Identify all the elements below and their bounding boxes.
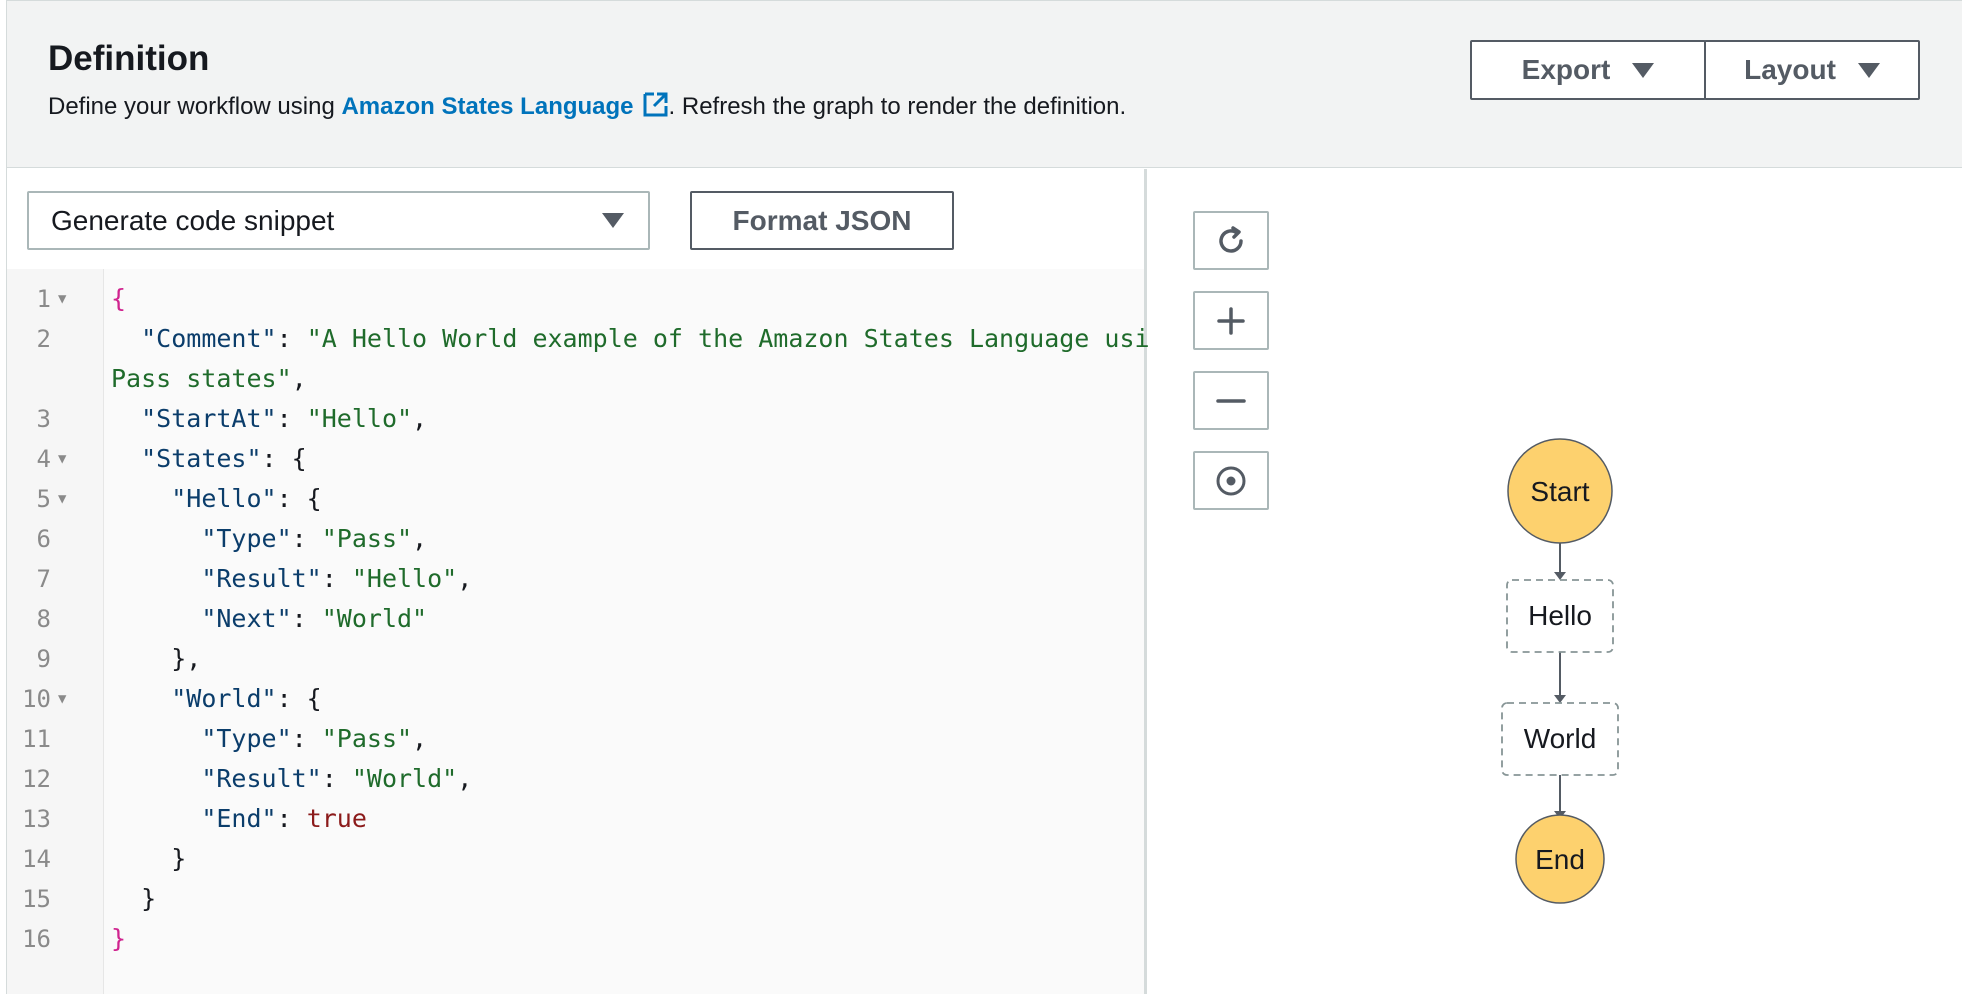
code-line[interactable]: 12 "Result": "World", — [7, 759, 1144, 799]
line-number: 7 — [36, 565, 51, 593]
caret-down-icon — [1632, 62, 1655, 78]
line-number: 15 — [22, 885, 51, 913]
code-line[interactable]: 10 ▼ "World": { — [7, 679, 1144, 719]
graph-node-end[interactable]: End — [1515, 814, 1605, 904]
fold-arrow-icon[interactable]: ▼ — [58, 279, 66, 319]
caret-down-icon — [1857, 62, 1880, 78]
graph-node-hello[interactable]: Hello — [1506, 579, 1614, 653]
line-number: 12 — [22, 765, 51, 793]
code-line[interactable]: 8 "Next": "World" — [7, 599, 1144, 639]
layout-button[interactable]: Layout — [1704, 40, 1920, 100]
export-button[interactable]: Export — [1470, 40, 1706, 100]
line-number: 1 — [36, 285, 51, 313]
graph-pane: Start Hello World End — [1150, 169, 1962, 994]
subtitle-prefix: Define your workflow using — [48, 93, 342, 120]
node-label-world: World — [1524, 723, 1597, 754]
layout-label: Layout — [1744, 54, 1836, 85]
subtitle-suffix: . Refresh the graph to render the defini… — [668, 93, 1127, 120]
code-line[interactable]: 15 } — [7, 879, 1144, 919]
node-label-hello: Hello — [1528, 600, 1592, 631]
arrow-head-icon — [1554, 572, 1566, 580]
node-label-start: Start — [1530, 476, 1589, 507]
code-line[interactable]: 16} — [7, 919, 1144, 959]
code-line[interactable]: 14 } — [7, 839, 1144, 879]
external-link-icon[interactable] — [642, 91, 669, 118]
node-label-end: End — [1535, 844, 1585, 875]
line-number: 14 — [22, 845, 51, 873]
arrow-head-icon — [1554, 695, 1566, 703]
code-line[interactable]: 11 "Type": "Pass", — [7, 719, 1144, 759]
code-line[interactable]: 6 "Type": "Pass", — [7, 519, 1144, 559]
code-line[interactable]: 2 "Comment": "A Hello World example of t… — [7, 319, 1180, 359]
line-number: 2 — [36, 325, 51, 353]
line-number: 9 — [36, 645, 51, 673]
code-line[interactable]: 1 ▼{ — [7, 279, 1144, 319]
workflow-graph: Start Hello World End — [1501, 438, 1619, 904]
format-json-button[interactable]: Format JSON — [690, 191, 954, 250]
snippet-select-value: Generate code snippet — [51, 204, 335, 236]
amazon-states-language-link[interactable]: Amazon States Language — [341, 93, 633, 120]
line-number: 6 — [36, 525, 51, 553]
code-line[interactable]: 3 "StartAt": "Hello", — [7, 399, 1144, 439]
panel-subtitle: Define your workflow using Amazon States… — [48, 91, 1126, 121]
graph-node-start[interactable]: Start — [1507, 438, 1613, 544]
line-number: 8 — [36, 605, 51, 633]
line-number: 5 — [36, 485, 51, 513]
code-lines[interactable]: 1 ▼{ 2 "Comment": "A Hello World example … — [7, 279, 1180, 959]
code-line[interactable]: 7 "Result": "Hello", — [7, 559, 1144, 599]
code-line[interactable]: 4 ▼ "States": { — [7, 439, 1144, 479]
code-line[interactable]: 5 ▼ "Hello": { — [7, 479, 1144, 519]
export-label: Export — [1521, 54, 1611, 85]
line-number: 13 — [22, 805, 51, 833]
code-editor-pane: Generate code snippet Format JSON 1 ▼{ 2 … — [7, 169, 1180, 994]
caret-down-icon — [602, 213, 624, 228]
line-number: 16 — [22, 925, 51, 953]
graph-node-world[interactable]: World — [1501, 702, 1619, 776]
line-number: 4 — [36, 445, 51, 473]
fold-arrow-icon[interactable]: ▼ — [58, 679, 66, 719]
line-number: 3 — [36, 405, 51, 433]
fold-arrow-icon[interactable]: ▼ — [58, 439, 66, 479]
code-line[interactable]: Pass states", — [7, 359, 1144, 399]
line-number: 10 — [22, 685, 51, 713]
fold-arrow-icon[interactable]: ▼ — [58, 479, 66, 519]
generate-code-snippet-select[interactable]: Generate code snippet — [27, 191, 650, 250]
definition-panel: Definition Define your workflow using Am… — [6, 0, 1962, 994]
code-editor[interactable]: 1 ▼{ 2 "Comment": "A Hello World example … — [7, 269, 1180, 994]
panel-header: Definition Define your workflow using Am… — [7, 1, 1962, 168]
code-line[interactable]: 13 "End": true — [7, 799, 1144, 839]
line-number: 11 — [22, 725, 51, 753]
code-line[interactable]: 9 }, — [7, 639, 1144, 679]
panel-title: Definition — [48, 39, 210, 78]
